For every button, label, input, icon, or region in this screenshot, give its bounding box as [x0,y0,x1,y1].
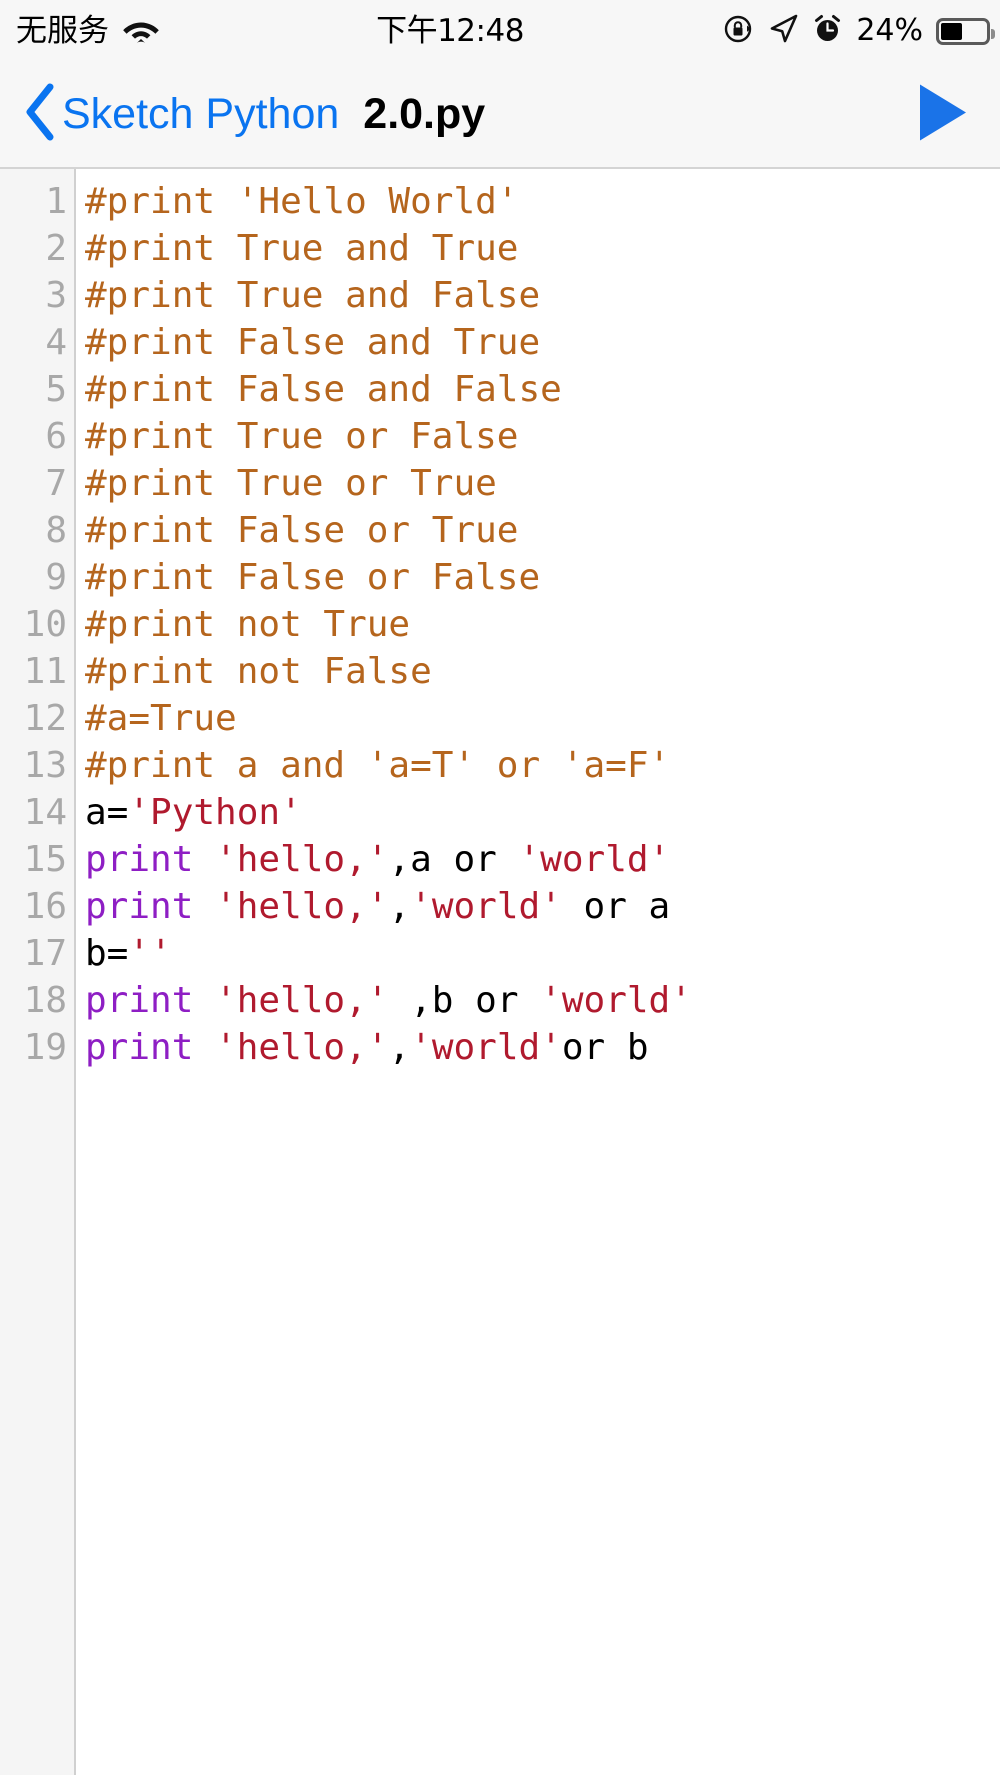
code-token-string: 'Python' [128,792,302,833]
code-line[interactable]: #a=True [85,695,1000,742]
code-token-plain: ,a or [388,839,519,880]
code-token-comment: #print True or False [85,416,519,457]
line-number: 11 [23,651,67,692]
line-number: 3 [45,275,67,316]
alarm-clock-icon [812,13,843,49]
battery-percent-label: 24% [856,13,923,48]
code-line[interactable]: #print False or True [85,507,1000,554]
battery-icon [936,17,995,45]
code-line[interactable]: #print True or True [85,460,1000,507]
play-triangle-icon [914,81,970,148]
line-number-gutter: 1 2 3 4 5 6 7 8 9 10 11 12 13 14 15 16 17 18 19 [0,169,76,1775]
line-number: 14 [23,792,67,833]
code-token-comment: #print 'Hello World' [85,181,519,222]
code-token-plain: a= [85,792,129,833]
carrier-label: 无服务 [16,12,109,49]
line-number: 7 [45,463,67,504]
rotation-lock-icon [723,13,755,50]
code-token-comment: #print True and False [85,275,541,316]
status-bar-clock: 下午12:48 [376,12,524,49]
code-token-string: 'hello,' [215,1027,389,1068]
code-token-comment: #print False or True [85,510,519,551]
code-token-comment: #print not False [85,651,432,692]
location-arrow-icon [768,13,799,49]
chevron-left-icon [22,83,56,146]
battery-fill [941,22,962,40]
line-number: 12 [23,698,67,739]
page-title: 2.0.py [363,90,486,138]
code-line[interactable]: #print a and 'a=T' or 'a=F' [85,742,1000,789]
code-token-plain: , [388,1027,411,1068]
code-token-keyword: print [85,839,194,880]
code-token-comment: #print False or False [85,557,541,598]
line-number: 6 [45,416,67,457]
line-number: 2 [45,228,67,269]
code-line[interactable]: print 'hello,','world' or a [85,883,1000,930]
code-token-comment: #print False and True [85,322,541,363]
run-button[interactable] [914,81,970,148]
code-token-plain: , [388,886,411,927]
code-line[interactable]: #print False and False [85,366,1000,413]
code-token-string: 'hello,' [215,839,389,880]
line-number: 17 [23,933,67,974]
code-token-plain: or b [561,1027,649,1068]
code-token-string: 'world' [518,839,671,880]
line-number: 4 [45,322,67,363]
line-number: 16 [23,886,67,927]
line-number: 1 [45,181,67,222]
status-bar-right: 24% [723,0,995,62]
code-line[interactable]: #print not True [85,601,1000,648]
code-editor[interactable]: 1 2 3 4 5 6 7 8 9 10 11 12 13 14 15 16 17 18 19 #print 'He… [0,169,1000,1775]
line-number: 18 [23,980,67,1021]
line-number: 19 [23,1027,67,1068]
code-token-string: 'hello,' [215,980,389,1021]
code-line[interactable]: print 'hello,' ,b or 'world' [85,977,1000,1024]
code-line[interactable]: b='' [85,930,1000,977]
navigation-bar: Sketch Python 2.0.py [0,62,1000,169]
code-token-string: 'world' [410,886,562,927]
code-line[interactable]: print 'hello,','world'or b [85,1024,1000,1071]
code-token-keyword: print [85,886,194,927]
code-token-string: 'world' [410,1027,562,1068]
code-token-plain: ,b or [388,980,541,1021]
code-line[interactable]: #print False and True [85,319,1000,366]
code-line[interactable]: #print True and True [85,225,1000,272]
back-button-label: Sketch Python [62,90,340,138]
code-token-string: 'world' [540,980,692,1021]
code-line[interactable]: print 'hello,',a or 'world' [85,836,1000,883]
code-token-plain: b= [85,933,129,974]
line-number: 8 [45,510,67,551]
code-token-keyword: print [85,1027,194,1068]
code-token-plain: or a [561,886,671,927]
code-line[interactable]: a='Python' [85,789,1000,836]
code-token-string: 'hello,' [215,886,389,927]
code-token-keyword: print [85,980,194,1021]
code-token-string: '' [128,933,172,974]
code-token-comment: #print a and 'a=T' or 'a=F' [85,745,671,786]
wifi-icon [121,14,161,49]
code-token-comment: #print True or True [85,463,497,504]
code-token-comment: #a=True [85,698,237,739]
status-bar: 无服务 下午12:48 24% [0,0,1000,62]
back-button[interactable]: Sketch Python [22,83,339,146]
status-bar-left: 无服务 [16,14,161,49]
code-line[interactable]: #print True or False [85,413,1000,460]
line-number: 13 [23,745,67,786]
code-token-comment: #print True and True [85,228,519,269]
code-text-area[interactable]: #print 'Hello World' #print True and True… [76,169,1000,1775]
code-token-comment: #print not True [85,604,411,645]
code-line[interactable]: #print not False [85,648,1000,695]
code-token-comment: #print False and False [85,369,562,410]
line-number: 9 [45,557,67,598]
line-number: 15 [23,839,67,880]
line-number: 5 [45,369,67,410]
line-number: 10 [23,604,67,645]
code-line[interactable]: #print False or False [85,554,1000,601]
code-line[interactable]: #print 'Hello World' [85,178,1000,225]
code-line[interactable]: #print True and False [85,272,1000,319]
